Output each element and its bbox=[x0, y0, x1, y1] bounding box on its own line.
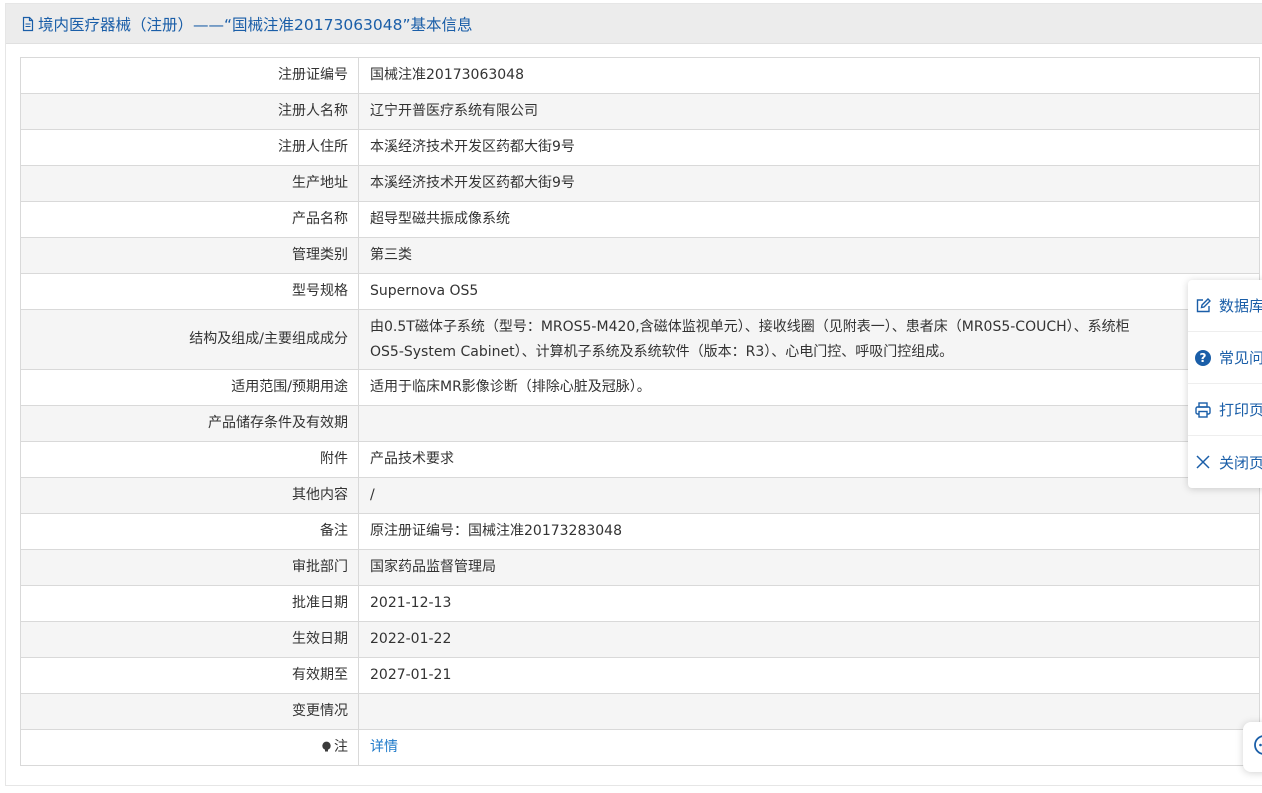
table-row: 有效期至 2027-01-21 bbox=[20, 657, 1260, 694]
table-row: 产品名称 超导型磁共振成像系统 bbox=[20, 201, 1260, 238]
row-value: 超导型磁共振成像系统 bbox=[358, 201, 1260, 238]
row-value: 2021-12-13 bbox=[358, 585, 1260, 622]
row-label: 有效期至 bbox=[20, 657, 359, 694]
note-label-cell: 注 bbox=[20, 729, 359, 766]
row-label: 批准日期 bbox=[20, 585, 359, 622]
row-label: 生产地址 bbox=[20, 165, 359, 202]
row-value: 第三类 bbox=[358, 237, 1260, 274]
row-value: 由0.5T磁体子系统（型号：MROS5-M420,含磁体监视单元）、接收线圈（见… bbox=[358, 309, 1260, 370]
row-label: 其他内容 bbox=[20, 477, 359, 514]
row-label: 产品名称 bbox=[20, 201, 359, 238]
row-label: 注册人名称 bbox=[20, 93, 359, 130]
row-value bbox=[358, 693, 1260, 730]
svg-text:?: ? bbox=[1200, 351, 1207, 365]
row-value: 2027-01-21 bbox=[358, 657, 1260, 694]
row-value: 国家药品监督管理局 bbox=[358, 549, 1260, 586]
edit-icon bbox=[1194, 297, 1212, 315]
table-row: 注册人名称 辽宁开普医疗系统有限公司 bbox=[20, 93, 1260, 130]
row-value: 本溪经济技术开发区药都大街9号 bbox=[358, 165, 1260, 202]
info-table: 注册证编号 国械注准20173063048 注册人名称 辽宁开普医疗系统有限公司… bbox=[20, 57, 1260, 766]
tip-bulb-icon bbox=[321, 736, 332, 752]
floating-toolbar: 数据库 ? 常见问 打印页 关闭页 bbox=[1188, 280, 1262, 488]
table-row: 结构及组成/主要组成成分 由0.5T磁体子系统（型号：MROS5-M420,含磁… bbox=[20, 309, 1260, 370]
row-label: 管理类别 bbox=[20, 237, 359, 274]
page-title: 境内医疗器械（注册）——“国械注准20173063048”基本信息 bbox=[38, 15, 473, 34]
row-value bbox=[358, 405, 1260, 442]
row-label: 适用范围/预期用途 bbox=[20, 369, 359, 406]
row-value: / bbox=[358, 477, 1260, 514]
value-line-2: OS5-System Cabinet）、计算机子系统及系统软件（版本：R3）、心… bbox=[370, 343, 954, 360]
row-label: 型号规格 bbox=[20, 273, 359, 310]
table-row: 变更情况 bbox=[20, 693, 1260, 730]
table-row: 附件 产品技术要求 bbox=[20, 441, 1260, 478]
row-label: 结构及组成/主要组成成分 bbox=[20, 309, 359, 370]
row-value: 适用于临床MR影像诊断（排除心脏及冠脉）。 bbox=[358, 369, 1260, 406]
content-panel: 境内医疗器械（注册）——“国械注准20173063048”基本信息 注册证编号 … bbox=[5, 3, 1262, 786]
table-row: 备注 原注册证编号：国械注准20173283048 bbox=[20, 513, 1260, 550]
row-value: 产品技术要求 bbox=[358, 441, 1260, 478]
row-label: 产品储存条件及有效期 bbox=[20, 405, 359, 442]
table-row: 注册人住所 本溪经济技术开发区药都大街9号 bbox=[20, 129, 1260, 166]
table-row: 产品储存条件及有效期 bbox=[20, 405, 1260, 442]
row-value: 2022-01-22 bbox=[358, 621, 1260, 658]
table-row: 生产地址 本溪经济技术开发区药都大街9号 bbox=[20, 165, 1260, 202]
print-icon bbox=[1194, 401, 1212, 419]
table-row: 其他内容 / bbox=[20, 477, 1260, 514]
faq-label: 常见问 bbox=[1219, 349, 1262, 367]
table-row: 管理类别 第三类 bbox=[20, 237, 1260, 274]
details-link[interactable]: 详情 bbox=[370, 739, 398, 755]
row-label: 生效日期 bbox=[20, 621, 359, 658]
title-bar: 境内医疗器械（注册）——“国械注准20173063048”基本信息 bbox=[6, 4, 1262, 44]
table-row: 批准日期 2021-12-13 bbox=[20, 585, 1260, 622]
table-row: 审批部门 国家药品监督管理局 bbox=[20, 549, 1260, 586]
row-value: 本溪经济技术开发区药都大街9号 bbox=[358, 129, 1260, 166]
row-value: 原注册证编号：国械注准20173283048 bbox=[358, 513, 1260, 550]
database-label: 数据库 bbox=[1219, 297, 1262, 315]
row-value: 详情 bbox=[358, 729, 1260, 766]
value-line-1: 由0.5T磁体子系统（型号：MROS5-M420,含磁体监视单元）、接收线圈（见… bbox=[370, 318, 1130, 335]
document-icon bbox=[20, 16, 36, 32]
page: 境内医疗器械（注册）——“国械注准20173063048”基本信息 注册证编号 … bbox=[0, 0, 1262, 793]
row-label: 审批部门 bbox=[20, 549, 359, 586]
help-icon: ? bbox=[1194, 349, 1212, 367]
row-label: 附件 bbox=[20, 441, 359, 478]
close-page-label: 关闭页 bbox=[1219, 453, 1262, 472]
note-label: 注 bbox=[334, 739, 348, 755]
table-row: 适用范围/预期用途 适用于临床MR影像诊断（排除心脏及冠脉）。 bbox=[20, 369, 1260, 406]
row-value: 辽宁开普医疗系统有限公司 bbox=[358, 93, 1260, 130]
table-row: 注 详情 bbox=[20, 729, 1260, 766]
row-value: Supernova OS5 bbox=[358, 273, 1260, 310]
row-value: 国械注准20173063048 bbox=[358, 57, 1260, 94]
close-page-button[interactable]: 关闭页 bbox=[1188, 436, 1262, 488]
table-row: 型号规格 Supernova OS5 bbox=[20, 273, 1260, 310]
row-label: 注册人住所 bbox=[20, 129, 359, 166]
table-row: 注册证编号 国械注准20173063048 bbox=[20, 57, 1260, 94]
row-label: 备注 bbox=[20, 513, 359, 550]
print-button[interactable]: 打印页 bbox=[1188, 384, 1262, 436]
database-button[interactable]: 数据库 bbox=[1188, 280, 1262, 332]
chat-button[interactable] bbox=[1243, 722, 1262, 772]
chat-icon bbox=[1253, 734, 1262, 760]
row-label: 变更情况 bbox=[20, 693, 359, 730]
row-label: 注册证编号 bbox=[20, 57, 359, 94]
print-label: 打印页 bbox=[1219, 401, 1262, 419]
faq-button[interactable]: ? 常见问 bbox=[1188, 332, 1262, 384]
table-row: 生效日期 2022-01-22 bbox=[20, 621, 1260, 658]
close-icon bbox=[1194, 453, 1212, 471]
